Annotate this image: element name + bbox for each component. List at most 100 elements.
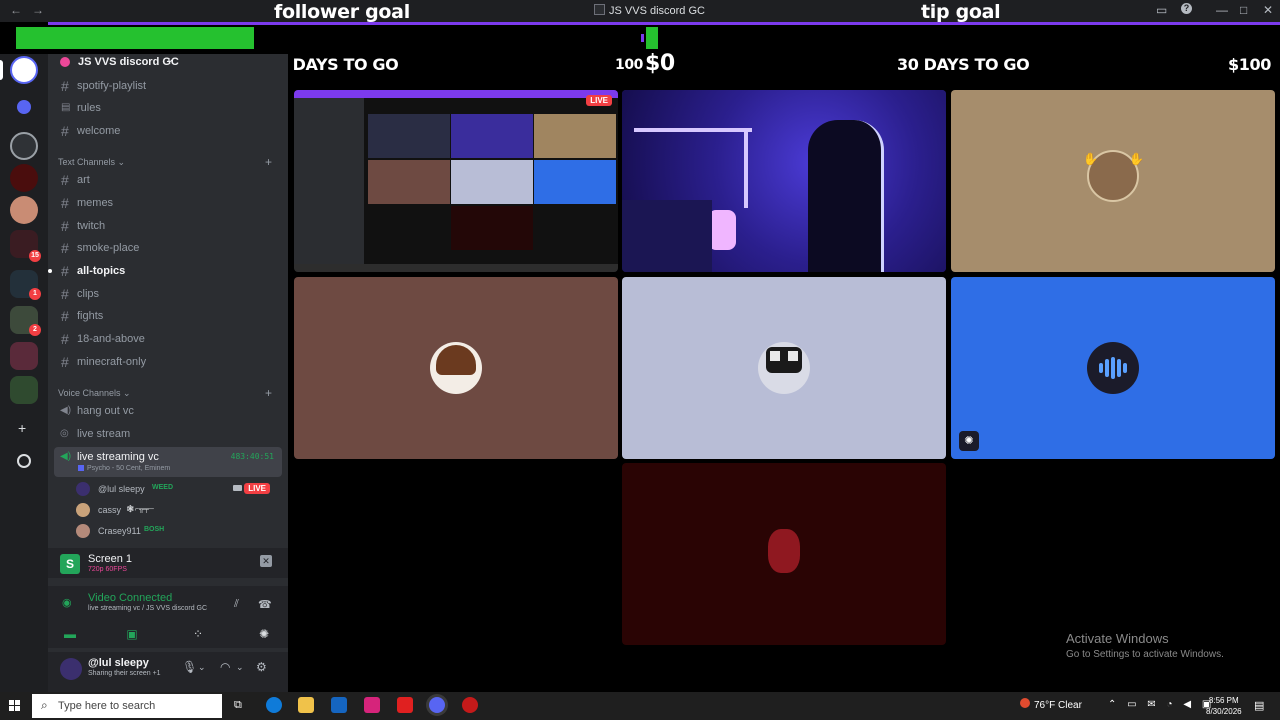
chevron-down-icon[interactable]: ⌄ <box>198 662 206 673</box>
close-button[interactable]: ✕ <box>1263 3 1273 17</box>
stream-quality: 720p 60FPS <box>88 566 127 573</box>
live-badge: LIVE <box>244 483 270 494</box>
back-icon[interactable]: ← <box>10 3 22 17</box>
add-channel-icon[interactable]: + <box>265 155 272 169</box>
discord-taskbar-icon[interactable] <box>429 697 445 713</box>
obs-icon[interactable] <box>462 697 478 713</box>
voice-channel-live-streaming-vc[interactable]: ◀) live streaming vc 483:40:51 Psycho - … <box>54 447 282 477</box>
system-tray-icons[interactable]: ⌃ ▭ ✉ ◔ ◀ ▣ <box>1108 699 1215 710</box>
channel-rules[interactable]: ▤ rules <box>58 98 282 118</box>
store-icon[interactable] <box>331 697 347 713</box>
mini-tile <box>451 114 533 158</box>
signal-icon[interactable]: ◉ <box>62 596 72 609</box>
mini-tile <box>451 160 533 204</box>
server-folder-5[interactable] <box>10 376 38 404</box>
channel-label: minecraft-only <box>77 356 147 368</box>
headphones-icon[interactable]: ◠ <box>220 660 230 674</box>
channel-memes[interactable]: # memes <box>58 193 282 213</box>
hash-icon: # <box>61 172 69 188</box>
server-header[interactable]: JS VVS discord GC ⌄ <box>48 54 288 72</box>
maximize-button[interactable]: □ <box>1240 3 1247 17</box>
soundboard-button[interactable]: ✺ <box>242 624 286 644</box>
server-icon-2[interactable] <box>10 164 38 192</box>
activate-windows-watermark: Activate Windows Go to Settings to activ… <box>1066 631 1224 660</box>
forward-icon[interactable]: → <box>32 3 44 17</box>
share-screen-button[interactable]: ▣ <box>110 624 154 644</box>
weather-readout[interactable]: 76°F Clear <box>1034 700 1082 711</box>
rules-icon: ▤ <box>61 102 71 113</box>
help-icon[interactable]: ? <box>1181 3 1192 14</box>
discord-app-icon <box>594 4 605 15</box>
audio-wave-icon <box>1099 357 1127 379</box>
screen-share-tile[interactable]: LIVE <box>294 90 618 272</box>
chevron-down-icon[interactable]: ⌄ <box>236 662 244 673</box>
participant-tile[interactable]: ✋ ✋ <box>951 90 1275 272</box>
channel-smoke-place[interactable]: # smoke-place <box>58 238 282 258</box>
inbox-icon[interactable]: ▭ <box>1156 3 1167 17</box>
voice-member[interactable]: cassy 🕸⌐╦╤─ <box>74 500 282 520</box>
instagram-icon[interactable] <box>364 697 380 713</box>
avatar[interactable] <box>60 658 82 680</box>
server-icon-3[interactable] <box>10 196 38 224</box>
youtube-icon[interactable] <box>397 697 413 713</box>
channel-18-and-above[interactable]: #18-and-above <box>58 329 282 349</box>
direct-messages-icon[interactable] <box>17 100 31 114</box>
explore-servers-icon[interactable] <box>17 454 31 468</box>
progress-track <box>48 22 1280 25</box>
add-channel-icon[interactable]: + <box>265 386 272 400</box>
mini-tile <box>451 206 533 250</box>
category-voice-channels[interactable]: Voice Channels ⌄ + <box>58 386 282 400</box>
voice-location[interactable]: live streaming vc / JS VVS discord GC <box>88 605 207 612</box>
channel-all-topics[interactable]: # all-topics <box>48 261 282 281</box>
voice-channel-label: live streaming vc <box>77 451 159 463</box>
stop-stream-icon[interactable]: ✕ <box>260 555 272 567</box>
participant-tile[interactable] <box>622 277 946 459</box>
channel-spotify-playlist[interactable]: # spotify-playlist <box>58 76 282 96</box>
channel-label: spotify-playlist <box>77 80 147 92</box>
task-view-icon[interactable]: ⧉ <box>234 699 242 712</box>
mini-taskbar <box>294 264 618 272</box>
disconnect-icon[interactable]: ☎ <box>258 598 272 611</box>
settings-gear-icon[interactable]: ⚙ <box>256 660 267 674</box>
taskbar-search-box[interactable]: ⌕ Type here to search <box>32 694 222 718</box>
voice-status: Video Connected <box>88 592 173 604</box>
voice-channel-hang-out-vc[interactable]: ◀) hang out vc <box>54 401 282 421</box>
participant-tile[interactable]: ✺ <box>951 277 1275 459</box>
server-badge-1: 1 <box>29 288 41 300</box>
hash-icon: # <box>61 218 69 234</box>
camera-button[interactable]: ▬ <box>48 624 92 644</box>
noise-suppression-icon[interactable]: ⫽ <box>234 598 239 611</box>
channel-welcome[interactable]: # welcome <box>58 121 282 141</box>
channel-art[interactable]: # art <box>58 170 282 190</box>
server-folder-4[interactable] <box>10 342 38 370</box>
channel-fights[interactable]: # fights <box>58 306 282 326</box>
channel-label: smoke-place <box>77 242 140 254</box>
windows-start-icon[interactable] <box>9 700 21 712</box>
tip-days-left: 30 DAYS TO GO <box>897 55 1030 74</box>
server-icon-1[interactable] <box>10 132 38 160</box>
taskbar-clock[interactable]: 8:56 PM 8/30/2026 <box>1206 695 1242 717</box>
channel-clips[interactable]: # clips <box>58 284 282 304</box>
microphone-icon[interactable]: 🎙 <box>182 660 197 674</box>
voice-member[interactable]: Crasey911 BOSH <box>74 521 282 541</box>
voice-member[interactable]: @lul sleepy WEED LIVE <box>74 479 282 499</box>
channel-minecraft-only[interactable]: # minecraft-only <box>58 352 282 372</box>
participant-tile[interactable] <box>622 463 946 645</box>
channel-label: clips <box>77 288 100 300</box>
minimize-button[interactable]: — <box>1216 3 1228 17</box>
edge-icon[interactable] <box>266 697 282 713</box>
file-explorer-icon[interactable] <box>298 697 314 713</box>
channel-twitch[interactable]: # twitch <box>58 216 282 236</box>
tip-target: $100 <box>1228 55 1271 74</box>
avatar-eye <box>770 351 780 361</box>
participant-tile[interactable] <box>294 277 618 459</box>
server-icon-home[interactable] <box>10 56 38 84</box>
category-text-channels[interactable]: Text Channels ⌄ + <box>58 155 282 169</box>
activity-text: Psycho - 50 Cent, Eminem <box>87 465 171 472</box>
activities-button[interactable]: ⁘ <box>176 624 220 644</box>
voice-channel-live-stream[interactable]: ◎ live stream <box>54 424 282 444</box>
member-tag: BOSH <box>144 526 165 533</box>
notifications-icon[interactable]: ▤ <box>1254 699 1264 712</box>
webcam-tile[interactable] <box>622 90 946 272</box>
add-server-icon[interactable]: + <box>18 420 26 436</box>
